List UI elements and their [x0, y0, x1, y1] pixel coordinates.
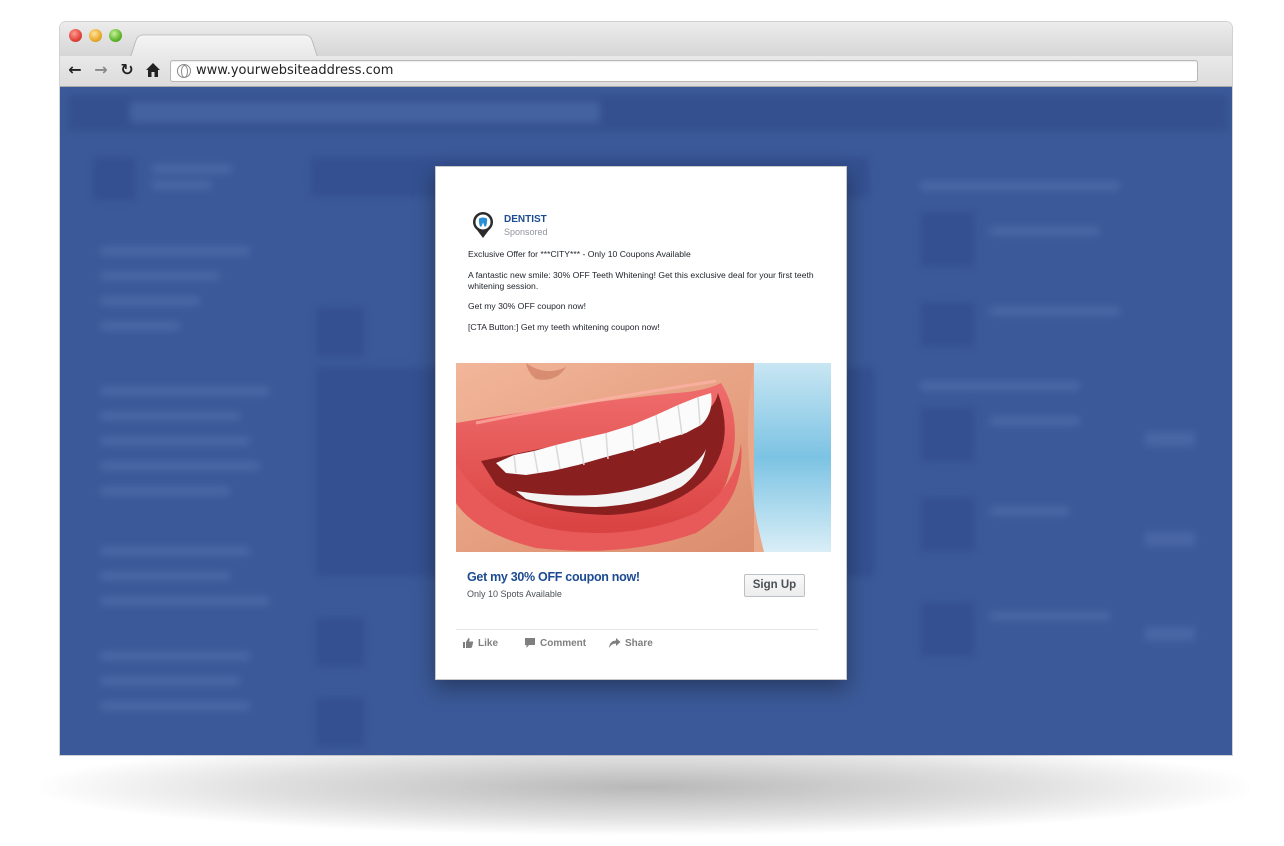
- ad-text-paragraph: Get my 30% OFF coupon now!: [468, 301, 586, 311]
- advertiser-name[interactable]: DENTIST: [504, 214, 547, 225]
- forward-arrow-icon[interactable]: →: [92, 60, 110, 80]
- reload-icon[interactable]: ↻: [118, 60, 136, 80]
- ad-text-paragraph: [CTA Button:] Get my teeth whitening cou…: [468, 322, 660, 332]
- share-label: Share: [625, 637, 653, 649]
- comment-icon: [524, 637, 536, 649]
- tooth-location-pin-icon: [472, 211, 494, 239]
- back-arrow-icon[interactable]: ←: [66, 60, 84, 80]
- window-floor-shadow: [40, 755, 1250, 835]
- home-icon[interactable]: [144, 60, 162, 80]
- zoom-window-button[interactable]: [109, 29, 122, 42]
- cta-subtext: Only 10 Spots Available: [467, 589, 562, 599]
- address-bar-url: www.yourwebsiteaddress.com: [196, 63, 394, 78]
- thumbs-up-icon: [462, 637, 474, 649]
- close-window-button[interactable]: [69, 29, 82, 42]
- comment-label: Comment: [540, 637, 587, 649]
- ad-text-paragraph: Exclusive Offer for ***CITY*** - Only 10…: [468, 249, 691, 259]
- browser-titlebar: [60, 22, 1232, 57]
- ad-smile-image[interactable]: [456, 363, 831, 552]
- like-button[interactable]: Like: [462, 635, 498, 651]
- minimize-window-button[interactable]: [89, 29, 102, 42]
- like-label: Like: [478, 637, 499, 649]
- ad-text-paragraph: A fantastic new smile: 30% OFF Teeth Whi…: [468, 270, 814, 291]
- sponsored-ad-card: DENTIST Sponsored Exclusive Offer for **…: [435, 166, 847, 680]
- browser-tab[interactable]: [130, 34, 318, 57]
- cta-headline[interactable]: Get my 30% OFF coupon now!: [467, 570, 640, 584]
- comment-button[interactable]: Comment: [524, 635, 586, 651]
- share-button[interactable]: Share: [608, 635, 653, 651]
- sign-up-button[interactable]: Sign Up: [744, 574, 805, 597]
- browser-toolbar: ← → ↻ www.yourwebsiteaddress.com: [60, 56, 1232, 87]
- address-bar[interactable]: www.yourwebsiteaddress.com: [170, 60, 1198, 82]
- actions-divider: [456, 629, 818, 630]
- share-icon: [608, 637, 621, 649]
- globe-icon: [177, 64, 191, 78]
- sponsored-label: Sponsored: [504, 227, 548, 237]
